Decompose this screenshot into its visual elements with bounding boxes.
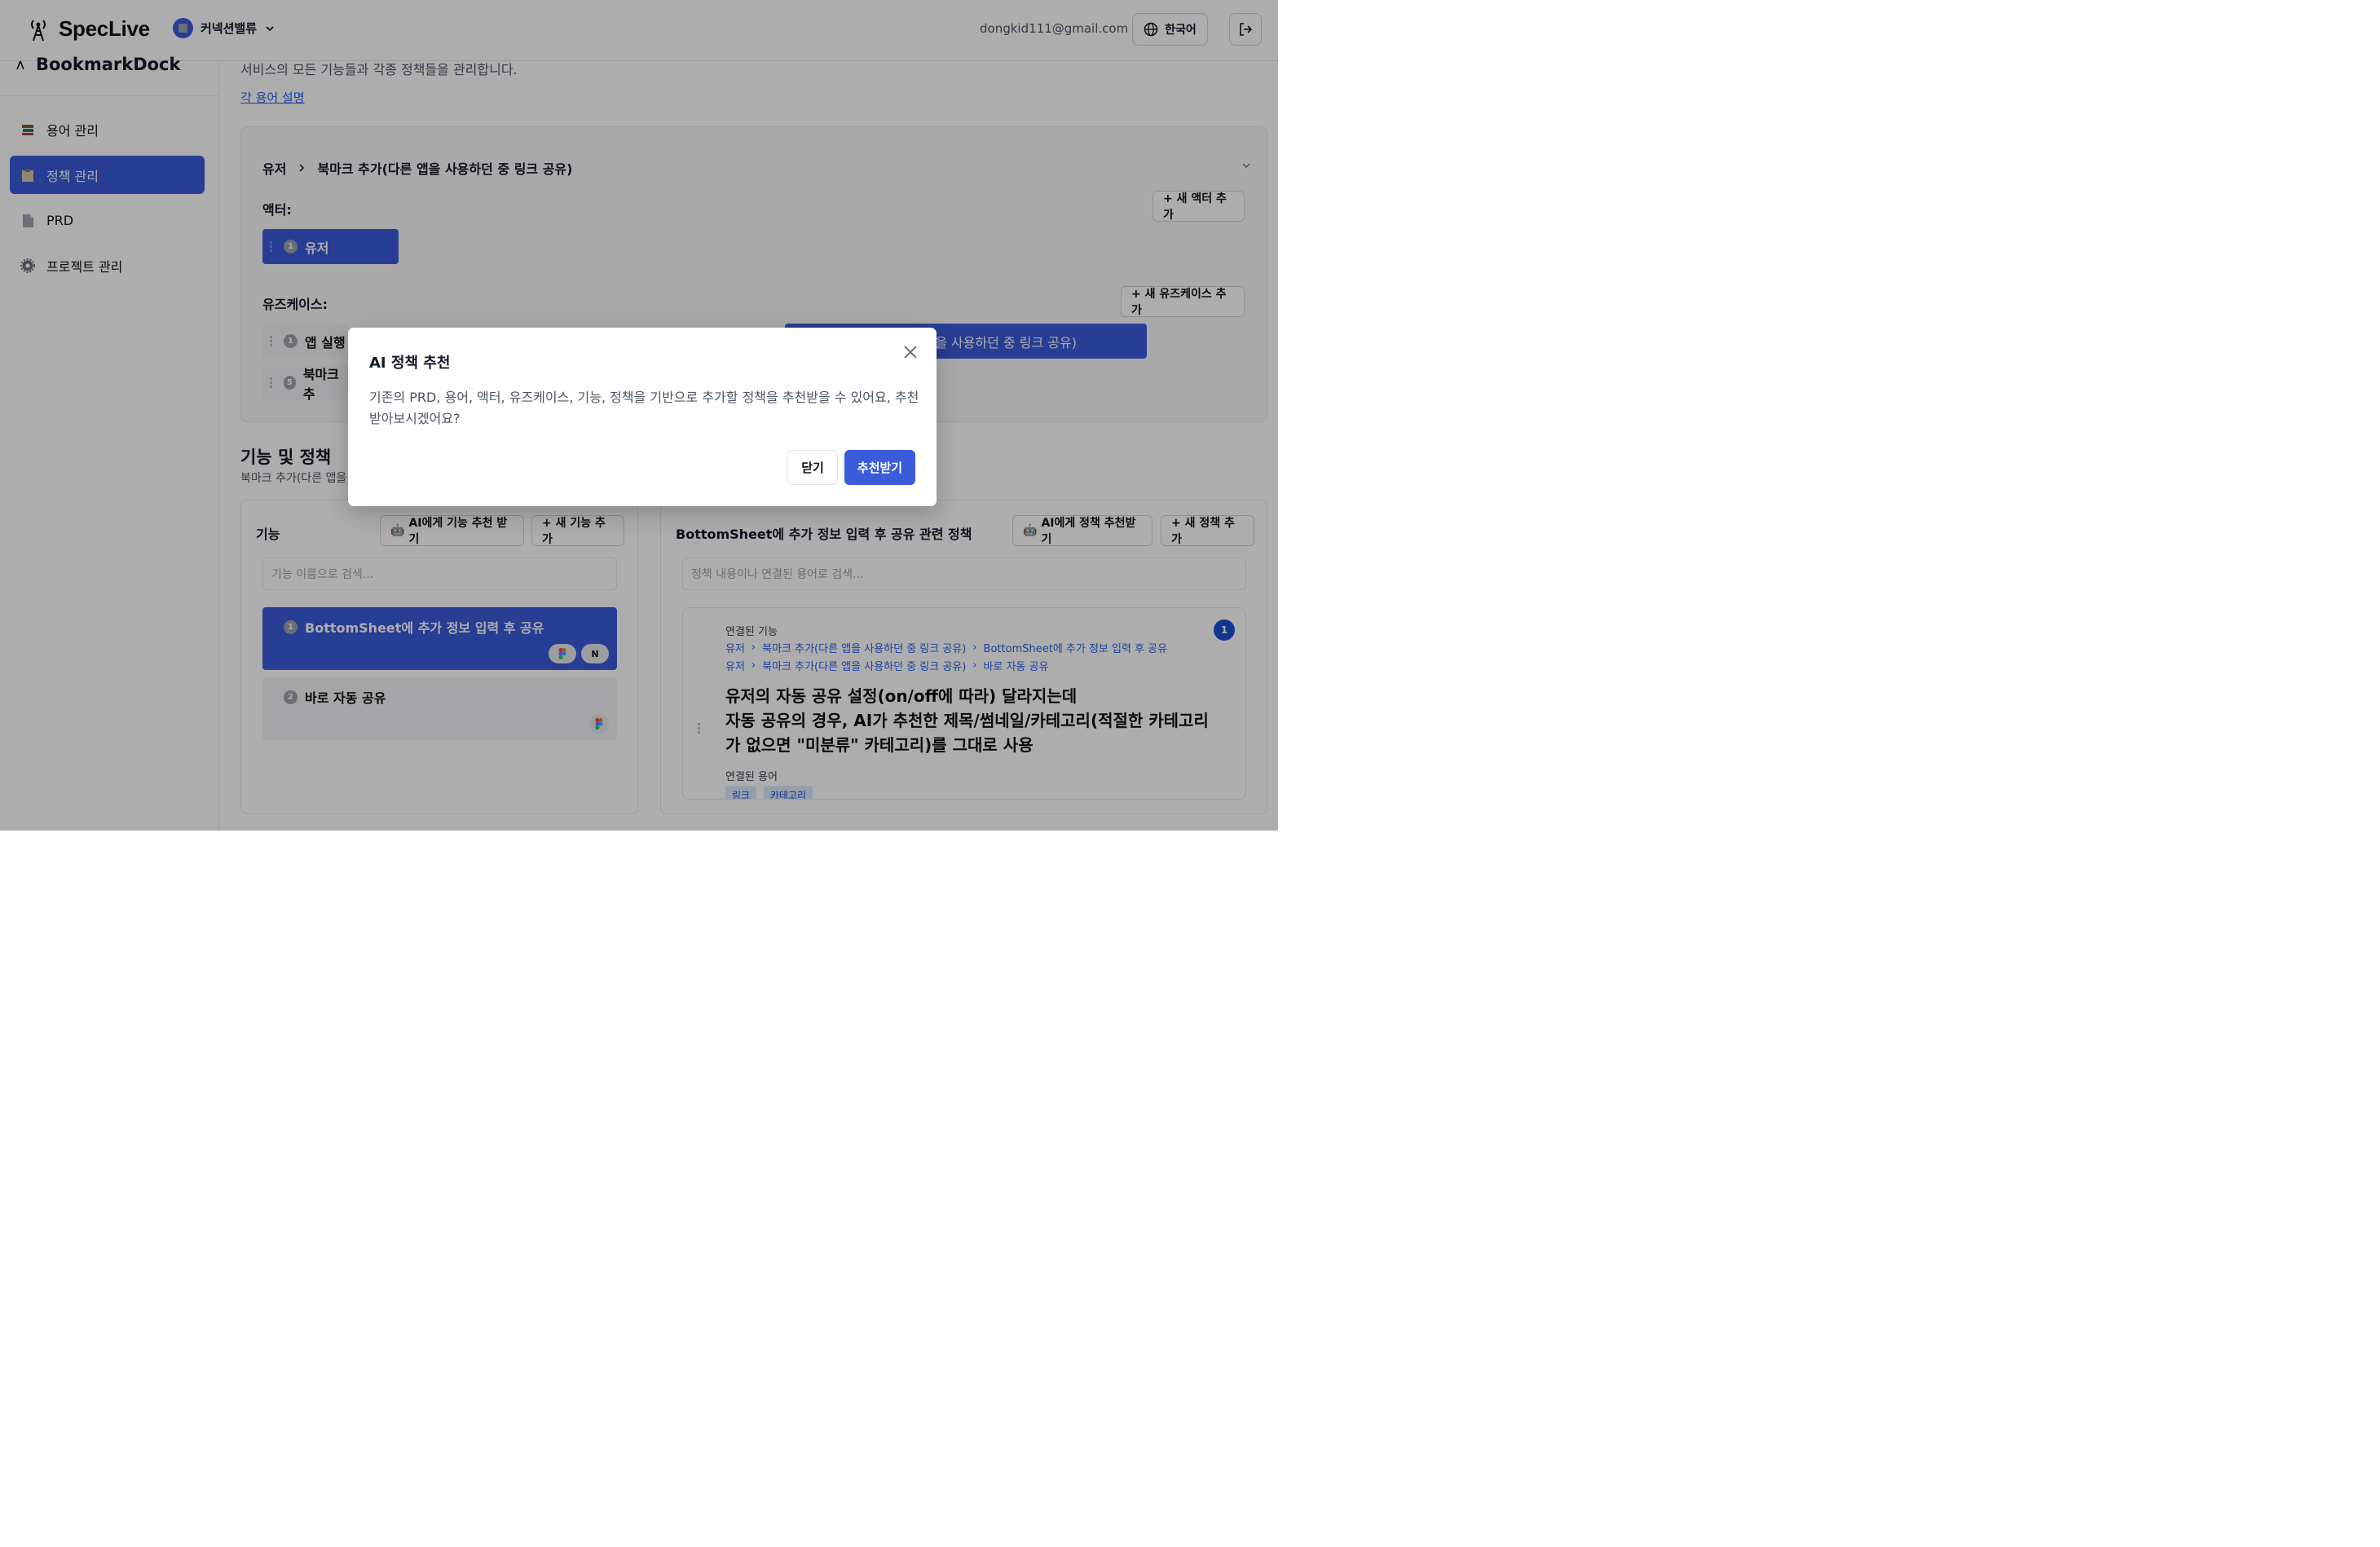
modal-close-button[interactable]: 닫기 [787, 450, 838, 485]
close-icon[interactable] [901, 343, 919, 361]
modal-confirm-button[interactable]: 추천받기 [844, 450, 915, 485]
ai-policy-modal: AI 정책 추천 기존의 PRD, 용어, 액터, 유즈케이스, 기능, 정책을… [348, 328, 937, 506]
modal-body: 기존의 PRD, 용어, 액터, 유즈케이스, 기능, 정책을 기반으로 추가할… [369, 390, 919, 426]
modal-title: AI 정책 추천 [369, 355, 451, 372]
